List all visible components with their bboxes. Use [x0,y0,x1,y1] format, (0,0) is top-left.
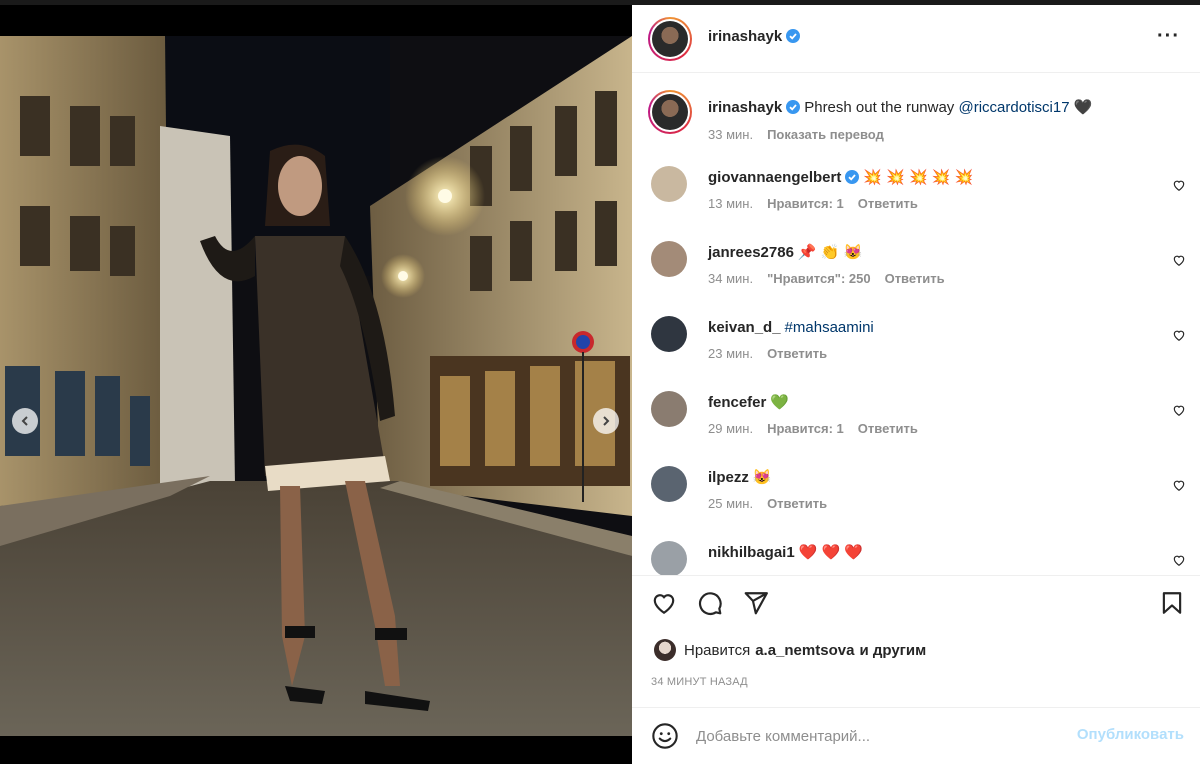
carousel-prev-button[interactable] [12,408,38,434]
likes-summary: Нравится a.a_nemtsova и другим [654,639,931,661]
comment-like-heart-icon[interactable] [1172,253,1186,267]
comment-like-heart-icon[interactable] [1172,328,1186,342]
bookmark-icon[interactable] [1159,590,1185,616]
comment-text: janrees2786 📌 👏 😻 [708,243,1160,263]
add-comment-bar: Опубликовать [632,707,1200,762]
comment-text: keivan_d_ #mahsaamini [708,318,1160,338]
comment-username[interactable]: janrees2786 [708,244,794,261]
comment-row: giovannaengelbert 💥 💥 💥 💥 💥 13 мин. Нрави… [632,166,1200,226]
comment-likes[interactable]: Нравится: 1 [767,421,844,436]
comment-likes[interactable]: "Нравится": 250 [767,271,871,286]
caption-username[interactable]: irinashayk [708,99,782,116]
caption-mention-link[interactable]: @riccardotisci17 [958,99,1069,116]
reply-button[interactable]: Ответить [858,421,918,436]
comment-row: keivan_d_ #mahsaamini 23 мин. Ответить [632,316,1200,376]
comments-list: irinashayk Phresh out the runway @riccard… [632,74,1200,575]
emoji-icon[interactable] [651,722,679,750]
comment-meta: 34 мин. "Нравится": 250 Ответить [708,271,945,286]
comment-avatar[interactable] [651,166,687,202]
hashtag-link[interactable]: #mahsaamini [785,319,874,336]
comment-time[interactable]: 25 мин. [708,496,753,511]
comment-icon[interactable] [697,590,723,616]
caption-author-avatar[interactable] [648,90,692,134]
reply-button[interactable]: Ответить [885,271,945,286]
caption-text: irinashayk Phresh out the runway @riccard… [708,98,1160,118]
chevron-right-icon [603,416,610,426]
comment-time[interactable]: 29 мин. [708,421,753,436]
caption-emoji: 🖤 [1073,99,1093,116]
reply-button[interactable]: Ответить [858,196,918,211]
author-username[interactable]: irinashayk [708,28,782,45]
post-header: irinashayk ··· [632,5,1200,73]
comment-time[interactable]: 23 мин. [708,346,753,361]
comment-like-heart-icon[interactable] [1172,478,1186,492]
comment-likes[interactable]: Нравится: 1 [767,196,844,211]
comment-time[interactable]: 34 мин. [708,271,753,286]
comment-row: nikhilbagai1 ❤️ ❤️ ❤️ [632,541,1200,575]
post-photo[interactable] [0,36,632,736]
photo-top-bar [0,5,632,36]
carousel-next-button[interactable] [593,408,619,434]
likes-others-link[interactable]: и другим [859,642,926,659]
comment-meta: 29 мин. Нравится: 1 Ответить [708,421,918,436]
comment-meta: 13 мин. Нравится: 1 Ответить [708,196,918,211]
comment-avatar[interactable] [651,316,687,352]
show-translation-button[interactable]: Показать перевод [767,127,884,142]
more-options-button[interactable]: ··· [1157,25,1180,48]
comment-avatar[interactable] [651,541,687,575]
comment-like-heart-icon[interactable] [1172,553,1186,567]
comment-like-heart-icon[interactable] [1172,403,1186,417]
comment-text: ilpezz 😻 [708,468,1160,488]
caption-row: irinashayk Phresh out the runway @riccard… [632,90,1200,150]
verified-badge-icon [786,29,801,43]
chevron-left-icon [21,416,28,426]
comment-avatar[interactable] [651,466,687,502]
caption-meta: 33 мин. Показать перевод [708,127,884,142]
publish-button[interactable]: Опубликовать [1077,726,1184,743]
comment-avatar[interactable] [651,391,687,427]
comment-body: ❤️ ❤️ ❤️ [798,544,864,561]
comment-row: janrees2786 📌 👏 😻 34 мин. "Нравится": 250… [632,241,1200,301]
street-photo-illustration [0,36,632,736]
comment-body: 😻 [752,469,772,486]
comment-avatar[interactable] [651,241,687,277]
comment-body: 💚 [770,394,790,411]
liker-username[interactable]: a.a_nemtsova [755,642,854,659]
reply-button[interactable]: Ответить [767,346,827,361]
instagram-post-modal: irinashayk ··· irinashayk Phresh out the … [0,0,1200,764]
verified-badge-icon [845,170,860,184]
heart-icon[interactable] [651,590,677,616]
comment-time[interactable]: 13 мин. [708,196,753,211]
author-avatar[interactable] [648,17,692,61]
comment-row: ilpezz 😻 25 мин. Ответить [632,466,1200,526]
comment-meta: 23 мин. Ответить [708,346,827,361]
comment-username[interactable]: giovannaengelbert [708,169,841,186]
photo-bottom-bar [0,736,632,764]
comment-text: nikhilbagai1 ❤️ ❤️ ❤️ [708,543,1160,563]
post-side-panel: irinashayk ··· irinashayk Phresh out the … [632,5,1200,764]
post-actions-section: Нравится a.a_nemtsova и другим 34 МИНУТ … [632,575,1200,761]
comment-body: 💥 💥 💥 💥 💥 [863,169,974,186]
comment-input[interactable] [696,724,1056,748]
comment-row: fencefer 💚 29 мин. Нравится: 1 Ответить [632,391,1200,451]
reply-button[interactable]: Ответить [767,496,827,511]
caption-time[interactable]: 33 мин. [708,127,753,142]
caption-body: Phresh out the runway [804,99,955,116]
likes-prefix: Нравится [684,641,751,659]
send-icon[interactable] [743,590,769,616]
post-time-ago[interactable]: 34 МИНУТ НАЗАД [651,676,748,688]
verified-badge-icon [786,100,801,114]
comment-username[interactable]: ilpezz [708,469,749,486]
comment-body: 📌 👏 😻 [797,244,863,261]
comment-username[interactable]: keivan_d_ [708,319,781,336]
comment-like-heart-icon[interactable] [1172,178,1186,192]
liker-avatar[interactable] [654,639,676,661]
comment-username[interactable]: fencefer [708,394,766,411]
comment-text: giovannaengelbert 💥 💥 💥 💥 💥 [708,168,1160,188]
comment-meta: 25 мин. Ответить [708,496,827,511]
comment-text: fencefer 💚 [708,393,1160,413]
comment-username[interactable]: nikhilbagai1 [708,544,795,561]
